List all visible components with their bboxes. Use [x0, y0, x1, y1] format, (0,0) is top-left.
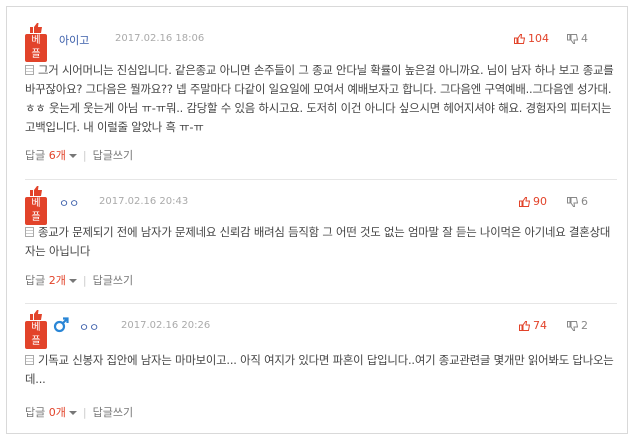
- timestamp: 2017.02.16 20:26: [121, 320, 211, 331]
- comment-text: 종교가 문제되기 전에 남자가 문제네요 신뢰감 배려심 듬직함 그 어떤 것도…: [25, 225, 611, 258]
- document-icon: [25, 355, 34, 365]
- comment-footer: 답글 2개 | 답글쓰기: [25, 274, 134, 287]
- write-reply-link[interactable]: 답글쓰기: [93, 274, 133, 287]
- write-reply-link[interactable]: 답글쓰기: [93, 149, 133, 162]
- document-icon: [25, 65, 34, 75]
- best-label: 베플: [25, 321, 47, 349]
- reply-count: 2개: [48, 274, 66, 287]
- best-label: 베플: [25, 34, 47, 62]
- dislike-button[interactable]: 4: [567, 32, 588, 45]
- comment-body: 종교가 문제되기 전에 남자가 문제네요 신뢰감 배려심 듬직함 그 어떤 것도…: [25, 223, 617, 261]
- dislike-button[interactable]: 2: [567, 319, 588, 332]
- thumbs-up-icon: [30, 310, 42, 320]
- nickname[interactable]: 아이고: [59, 32, 89, 48]
- thumbs-down-icon: [567, 34, 579, 44]
- like-button[interactable]: 74: [519, 319, 547, 332]
- timestamp: 2017.02.16 20:43: [99, 196, 189, 207]
- thumbs-down-icon: [567, 197, 579, 207]
- best-comment-badge: 베플: [25, 23, 47, 62]
- caret-down-icon: [68, 279, 77, 283]
- thumbs-up-icon: [519, 197, 531, 207]
- comment-header: 베플 ㅇㅇ 2017.02.16 20:26 74 2: [25, 310, 617, 349]
- comment-text: 기독교 신봉자 집안에 남자는 마마보이고... 아직 여지가 있다면 파혼이 …: [25, 353, 614, 386]
- like-count: 104: [528, 32, 549, 45]
- comment-body: 그거 시어머니는 진심입니다. 같은종교 아니면 손주들이 그 종교 안다닐 확…: [25, 61, 617, 137]
- thumbs-up-icon: [519, 321, 531, 331]
- reply-label: 답글: [25, 406, 46, 419]
- reply-toggle[interactable]: 답글 6개: [25, 149, 77, 162]
- comment-header: 베플 ㅇㅇ 2017.02.16 20:43 90 6: [25, 186, 617, 225]
- write-reply-link[interactable]: 답글쓰기: [93, 406, 133, 419]
- like-count: 74: [533, 319, 547, 332]
- caret-down-icon: [68, 411, 77, 415]
- thumbs-down-icon: [567, 321, 579, 331]
- thumbs-up-icon: [30, 186, 42, 196]
- document-icon: [25, 227, 34, 237]
- timestamp: 2017.02.16 18:06: [115, 33, 205, 44]
- dislike-count: 6: [581, 195, 588, 208]
- thumbs-up-icon: [514, 34, 526, 44]
- best-comment-badge: 베플: [25, 310, 47, 349]
- comment-item: 베플 ㅇㅇ 2017.02.16 20:26 74 2 기독교 신봉자 집안에 …: [25, 303, 617, 428]
- comment-item: 베플 ㅇㅇ 2017.02.16 20:43 90 6 종교가 문제되기 전에 …: [25, 179, 617, 292]
- comment-body: 기독교 신봉자 집안에 남자는 마마보이고... 아직 여지가 있다면 파혼이 …: [25, 351, 617, 389]
- like-button[interactable]: 90: [519, 195, 547, 208]
- reply-toggle[interactable]: 답글 2개: [25, 274, 77, 287]
- comment-item: 베플 아이고 2017.02.16 18:06 104 4 그거 시어머니는 진…: [25, 17, 617, 167]
- dislike-button[interactable]: 6: [567, 195, 588, 208]
- comment-footer: 답글 6개 | 답글쓰기: [25, 149, 134, 162]
- comment-footer: 답글 0개 | 답글쓰기: [25, 406, 134, 419]
- nickname[interactable]: ㅇㅇ: [79, 319, 99, 335]
- caret-down-icon: [68, 154, 77, 158]
- dislike-count: 4: [581, 32, 588, 45]
- comment-text: 그거 시어머니는 진심입니다. 같은종교 아니면 손주들이 그 종교 안다닐 확…: [25, 63, 614, 134]
- reply-label: 답글: [25, 149, 46, 162]
- comment-header: 베플 아이고 2017.02.16 18:06 104 4: [25, 23, 617, 62]
- thumbs-up-icon: [30, 23, 42, 33]
- male-icon: [53, 317, 69, 333]
- nickname[interactable]: ㅇㅇ: [59, 195, 79, 211]
- reply-toggle[interactable]: 답글 0개: [25, 406, 77, 419]
- reply-count: 6개: [48, 149, 66, 162]
- dislike-count: 2: [581, 319, 588, 332]
- like-count: 90: [533, 195, 547, 208]
- like-button[interactable]: 104: [514, 32, 549, 45]
- comment-list: 베플 아이고 2017.02.16 18:06 104 4 그거 시어머니는 진…: [6, 6, 628, 434]
- reply-label: 답글: [25, 274, 46, 287]
- best-label: 베플: [25, 197, 47, 225]
- reply-count: 0개: [48, 406, 66, 419]
- best-comment-badge: 베플: [25, 186, 47, 225]
